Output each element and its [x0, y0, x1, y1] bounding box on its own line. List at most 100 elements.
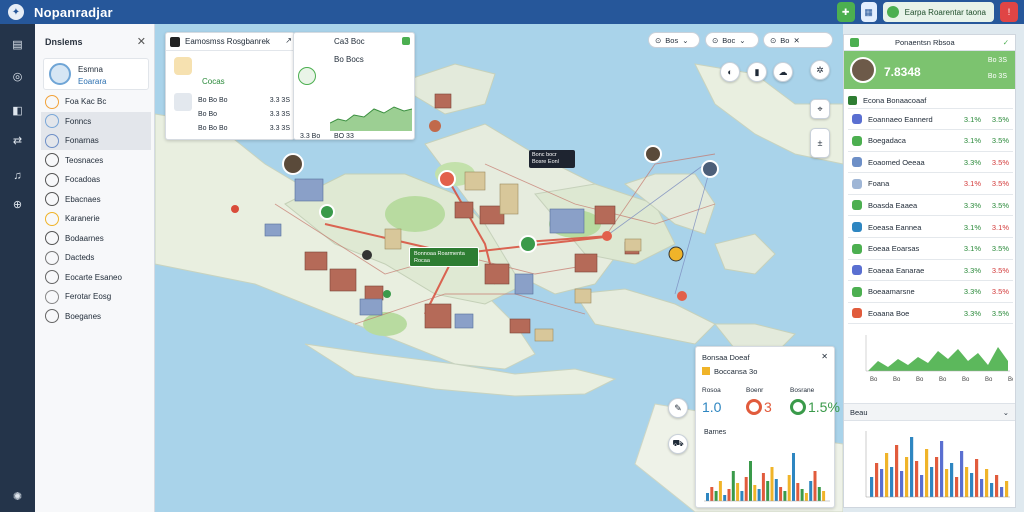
sidebar-item[interactable]: Focadoas — [41, 170, 151, 189]
stats-card[interactable]: Bonsaa Doeaf ✕ Boccansa 3o Rosoa 1.0 Boenr… — [695, 346, 840, 508]
bar-chart-icon[interactable]: ▮ — [747, 62, 767, 82]
close-icon[interactable]: ✕ — [821, 352, 828, 361]
sidebar-item-label: Karanerie — [65, 214, 100, 223]
leaf-icon — [298, 67, 316, 85]
legend-swatch-icon — [702, 367, 710, 375]
list-item[interactable]: Foana 3.1% 3.5% — [848, 174, 1013, 195]
kpi-ring-icon — [790, 399, 806, 415]
sidebar-item[interactable]: Fonncs — [41, 111, 151, 131]
stats-bar — [774, 479, 778, 501]
region-card-row-label: Bo Bo — [198, 111, 218, 118]
sidebar-item[interactable]: Fonarnas — [41, 131, 151, 150]
map-canvas[interactable]: Eamosmss Rosgbanrek ↗ Cocas Bo Bo Bo 3.3 … — [155, 24, 843, 512]
area-tick-label: Bo — [939, 377, 947, 383]
app-logo-icon[interactable]: ✦ — [8, 4, 24, 20]
grid-icon[interactable]: ▦ — [860, 2, 877, 22]
list-item-value-1: 3.1% — [963, 114, 981, 124]
cloud-icon[interactable]: ☁ — [773, 62, 793, 82]
bottom-bar — [940, 441, 944, 497]
stats-card-subtitle: Boccansa 3o — [714, 367, 758, 376]
sidebar-item[interactable]: Dacteds — [41, 248, 151, 267]
handshake-icon[interactable]: ⇄ — [10, 134, 25, 149]
sidebar-item-label: Focadoas — [65, 175, 101, 184]
close-icon[interactable]: ✕ — [793, 36, 799, 45]
vehicle-icon[interactable]: ⛟ — [668, 434, 688, 454]
region-summary-card[interactable]: Eamosmss Rosgbanrek ↗ Cocas Bo Bo Bo 3.3 … — [165, 32, 296, 140]
list-item-value-1: 3.1% — [963, 179, 981, 189]
stats-bar — [809, 481, 813, 501]
bottom-bar — [965, 467, 969, 497]
profile-card[interactable]: Esmna Eoarara — [43, 58, 149, 90]
sidebar-item[interactable]: Boeganes — [41, 307, 151, 326]
stats-bar — [740, 491, 744, 501]
list-item-name: Boegadaca — [868, 136, 906, 146]
summary-hero: 7.8348 Bo 3S Bo 3S — [844, 51, 1015, 89]
target-icon[interactable]: ⊕ — [10, 198, 25, 213]
filter-chip-icon: ⊙ — [770, 35, 777, 45]
filter-chip-2[interactable]: ⊙ Boc ⌄ — [705, 32, 759, 48]
alert-button[interactable]: ! — [1000, 2, 1018, 22]
list-item[interactable]: Eoaomed Oeeaa 3.3% 3.5% — [848, 152, 1013, 174]
sidebar-item[interactable]: Foa Kac Bc — [41, 92, 151, 111]
list-item-value-2: 3.1% — [991, 222, 1009, 232]
sidebar-item[interactable]: Ferotar Eosg — [41, 287, 151, 306]
list-item-value-2: 3.5% — [991, 136, 1009, 146]
chevron-down-icon: ⌄ — [739, 35, 746, 45]
settings-icon[interactable]: ✺ — [10, 490, 25, 505]
hero-value: 7.8348 — [884, 65, 921, 79]
stats-bar — [792, 453, 795, 501]
bottom-bar — [900, 471, 904, 497]
stats-bar — [731, 471, 735, 501]
list-item[interactable]: Eoeasa Eannea 3.1% 3.1% — [848, 217, 1013, 238]
sidebar-item-label: Fonncs — [65, 116, 92, 126]
stats-bar — [736, 483, 740, 501]
close-icon[interactable]: ✕ — [137, 35, 146, 48]
sidebar-item[interactable]: Bodaarnes — [41, 229, 151, 248]
sidebar-item[interactable]: Teosnaces — [41, 151, 151, 170]
status-pill[interactable]: Earpa Roarentar taona — [882, 2, 994, 22]
filter-chip-1[interactable]: ⊙ Bos ⌄ — [648, 32, 700, 48]
icon-rail: ▤ ◎ ◧ ⇄ ♫ ⊕ ✺ — [0, 24, 35, 512]
list-item-value-2: 3.5% — [991, 157, 1009, 167]
sidebar-item[interactable]: Karanerie — [41, 209, 151, 228]
draw-icon[interactable]: ✎ — [668, 398, 688, 418]
filter-chip-3[interactable]: ⊙ Bo ✕ — [763, 32, 833, 48]
bottom-bar — [980, 479, 984, 497]
sidebar-item-label: Bodaarnes — [65, 233, 104, 243]
list-item[interactable]: Boasda Eaaea 3.3% 3.5% — [848, 195, 1013, 217]
stats-bar — [714, 491, 718, 501]
list-item[interactable]: Boegadaca 3.1% 3.5% — [848, 131, 1013, 152]
locate-icon[interactable]: ⌖ — [810, 99, 830, 119]
bag-icon[interactable]: ◧ — [10, 104, 25, 119]
sidebar-item[interactable]: Ebacnaes — [41, 190, 151, 209]
list-item[interactable]: Eoaeaa Eanarae 3.3% 3.5% — [848, 260, 1013, 282]
kpi-value: 1.0 — [702, 399, 722, 415]
list-item[interactable]: Boeaamarsne 3.3% 3.5% — [848, 282, 1013, 303]
trend-card-value-c: BO 33 — [334, 133, 354, 140]
list-item[interactable]: Eoannaeo Eannerd 3.1% 3.5% — [848, 109, 1013, 130]
layer-toggle-icon[interactable]: ◐ — [720, 62, 740, 82]
expand-icon[interactable]: ↗ — [285, 36, 292, 45]
globe-icon[interactable]: ◎ — [10, 70, 25, 85]
trend-card[interactable]: Ca3 Boc Bo Bocs 3.3 Bo BO 33 — [293, 32, 415, 140]
menu-icon[interactable] — [850, 38, 859, 47]
building-icon — [174, 93, 192, 111]
list-item[interactable]: Eoaana Boe 3.3% 3.5% — [848, 303, 1013, 325]
stats-bar — [749, 461, 752, 501]
kpi-value: 1.5% — [808, 399, 840, 415]
list-item-icon — [852, 157, 862, 168]
check-icon[interactable]: ✓ — [1003, 38, 1009, 47]
zoom-control[interactable]: ± — [810, 128, 830, 158]
bell-icon[interactable]: ♫ — [10, 169, 25, 184]
chevron-down-icon[interactable]: ⌄ — [1003, 408, 1009, 417]
sidebar-item[interactable]: Eocarte Esaneo — [41, 268, 151, 287]
menu-icon[interactable]: ▤ — [10, 38, 25, 53]
bottom-bar — [915, 461, 919, 497]
compass-icon[interactable]: ✲ — [810, 60, 830, 80]
region-card-title: Eamosmss Rosgbanrek — [185, 37, 270, 46]
bottom-bar — [1000, 487, 1004, 497]
sidebar-item-label: Dacteds — [65, 253, 95, 262]
list-item-icon — [852, 222, 862, 232]
list-item[interactable]: Eoeaa Eoarsas 3.1% 3.5% — [848, 239, 1013, 260]
add-button[interactable]: ✚ — [836, 2, 855, 22]
